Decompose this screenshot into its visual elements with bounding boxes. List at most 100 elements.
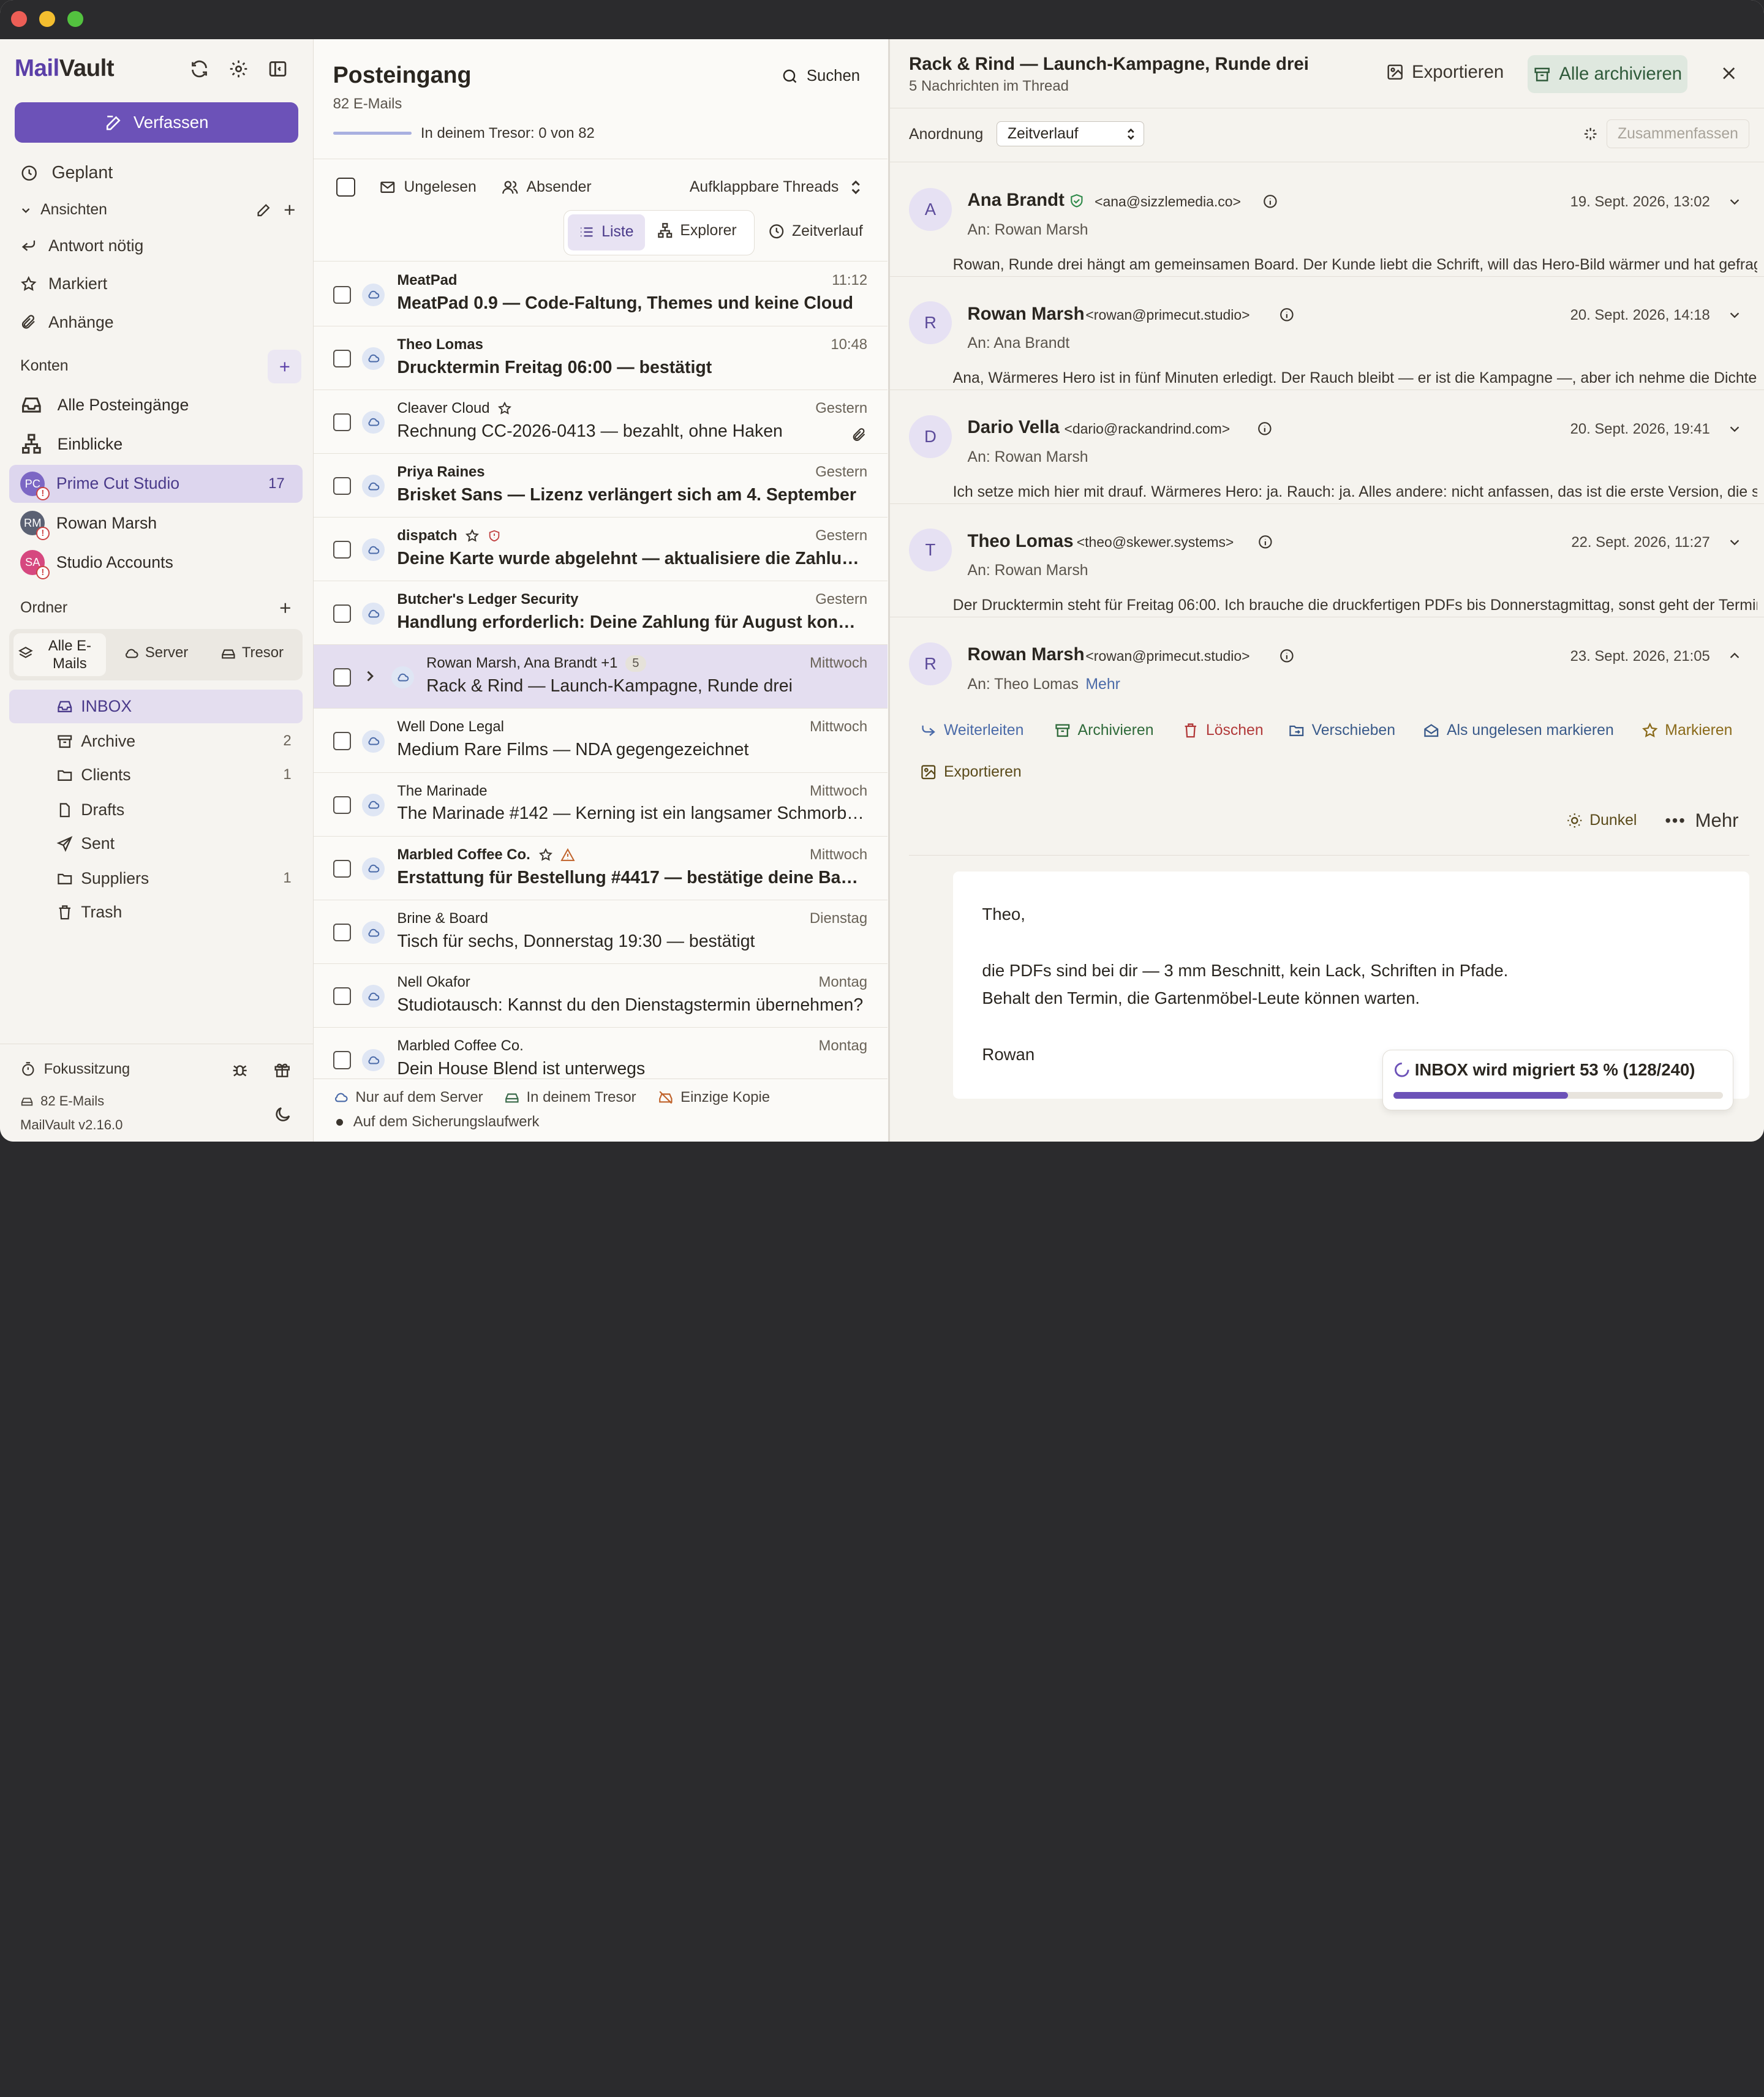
folder-inbox[interactable]: INBOX [9,689,303,723]
message-row[interactable]: Rowan Marsh, Ana Brandt +1 5 Rack & Rind —… [314,644,888,709]
account-studio-accounts[interactable]: SA! Studio Accounts [9,543,303,581]
focus-session-button[interactable]: Fokussitzung [20,1061,130,1078]
account-all-inboxes[interactable]: Alle Posteingänge [9,386,303,424]
row-checkbox[interactable] [333,796,352,814]
view-item-starred[interactable]: Markiert [20,274,107,293]
archive-all-button[interactable]: Alle archivieren [1528,55,1688,94]
edit-views-icon[interactable] [255,201,273,219]
summarize-button[interactable]: Zusammenfassen [1606,119,1750,149]
view-item-needs-reply[interactable]: Antwort nötig [20,236,143,255]
theme-dark-button[interactable]: Dunkel [1566,812,1637,829]
star-button[interactable]: Markieren [1642,722,1732,739]
message-row[interactable]: Marbled Coffee Co. Erstattung für Bestell… [314,836,888,900]
scheduled-item[interactable]: Geplant [20,163,113,183]
filter-tab-server[interactable]: Server [124,644,188,661]
filter-sender-button[interactable]: Absender [502,179,592,196]
row-checkbox[interactable] [333,859,352,878]
message-row[interactable]: The Marinade The Marinade #142 — Kerning … [314,772,888,837]
view-item-attachments[interactable]: Anhänge [20,313,114,332]
thread-message[interactable]: D Dario Vella <dario@rackandrind.com> 20. S… [889,390,1764,504]
chevron-down-icon[interactable] [1728,535,1741,549]
order-select[interactable]: Zeitverlauf [997,121,1144,146]
row-checkbox[interactable] [333,604,352,623]
archive-button[interactable]: Archivieren [1054,722,1154,739]
add-folder-icon[interactable] [277,600,294,617]
export-message-button[interactable]: Exportieren [920,764,1022,781]
account-insights[interactable]: Einblicke [9,425,303,463]
bug-icon[interactable] [231,1061,249,1079]
row-checkbox[interactable] [333,668,352,687]
folder-clients[interactable]: Clients 1 [9,758,303,792]
compose-button[interactable]: Verfassen [14,102,298,143]
folder-trash[interactable]: Trash [9,895,303,929]
info-icon[interactable] [1262,194,1278,209]
close-window-button[interactable] [11,11,28,28]
threads-mode-select[interactable]: Aufklappbare Threads [690,179,861,196]
message-row[interactable]: dispatch Deine Karte wurde abgelehnt — ak… [314,518,888,582]
filter-tab-all[interactable]: Alle E-Mails [13,633,106,676]
refresh-icon[interactable] [189,59,209,79]
chevron-up-icon[interactable] [1728,649,1741,663]
export-thread-button[interactable]: Exportieren [1386,62,1504,83]
row-checkbox[interactable] [333,349,352,368]
thread-message[interactable]: T Theo Lomas <theo@skewer.systems> 22. Sept… [889,504,1764,618]
view-timeline-button[interactable]: Zeitverlauf [768,223,863,240]
zoom-window-button[interactable] [67,11,83,28]
message-row[interactable]: Butcher's Ledger Security Handlung erford… [314,581,888,646]
thread-message[interactable]: A Ana Brandt <ana@sizzlemedia.co> 19. Sept.… [889,163,1764,277]
views-header[interactable]: Ansichten [20,201,107,219]
minimize-window-button[interactable] [39,11,55,28]
forward-button[interactable]: Weiterleiten [920,722,1023,739]
info-icon[interactable] [1257,534,1273,550]
info-icon[interactable] [1279,307,1295,323]
gift-icon[interactable] [273,1061,291,1079]
close-icon[interactable] [1720,64,1738,82]
filter-tab-vault[interactable]: Tresor [221,644,284,661]
star-icon[interactable] [497,401,512,416]
message-row[interactable]: Brine & Board Tisch für sechs, Donnerstag… [314,900,888,965]
message-row[interactable]: Marbled Coffee Co. Dein House Blend ist u… [314,1028,888,1079]
info-icon[interactable] [1279,648,1295,664]
folder-sent[interactable]: Sent [9,827,303,860]
info-icon[interactable] [1257,421,1273,437]
collapse-sidebar-icon[interactable] [268,59,288,79]
star-icon[interactable] [465,529,480,543]
select-all-checkbox[interactable] [336,178,356,197]
folder-archive[interactable]: Archive 2 [9,725,303,758]
moon-icon[interactable] [273,1105,292,1124]
mark-unread-button[interactable]: Als ungelesen markieren [1423,722,1614,739]
star-icon[interactable] [538,848,553,862]
message-row[interactable]: Cleaver Cloud Rechnung CC-2026-0413 — bez… [314,390,888,454]
folder-suppliers[interactable]: Suppliers 1 [9,862,303,895]
expand-thread-icon[interactable] [364,669,375,683]
add-account-button[interactable] [268,350,302,384]
message-row[interactable]: Well Done Legal Medium Rare Films — NDA g… [314,709,888,773]
row-checkbox[interactable] [333,476,352,495]
search-button[interactable]: Suchen [781,67,860,85]
chevron-down-icon[interactable] [1728,195,1741,208]
view-explorer-button[interactable]: Explorer [657,222,737,239]
row-checkbox[interactable] [333,285,352,304]
gear-icon[interactable] [228,59,249,79]
message-row[interactable]: Theo Lomas Drucktermin Freitag 06:00 — be… [314,326,888,390]
row-checkbox[interactable] [333,732,352,750]
add-view-icon[interactable] [281,201,298,219]
move-button[interactable]: Verschieben [1288,722,1395,739]
account-prime-cut-studio[interactable]: PC! Prime Cut Studio 17 [9,464,303,503]
message-row[interactable]: Nell Okafor Studiotausch: Kannst du den D… [314,963,888,1028]
account-rowan-marsh[interactable]: RM! Rowan Marsh [9,504,303,542]
view-list-button[interactable]: Liste [567,214,646,250]
row-checkbox[interactable] [333,413,352,432]
chevron-down-icon[interactable] [1728,422,1741,435]
folder-drafts[interactable]: Drafts [9,793,303,827]
chevron-down-icon[interactable] [1728,308,1741,322]
filter-unread-button[interactable]: Ungelesen [379,179,477,196]
message-row[interactable]: Priya Raines Brisket Sans — Lizenz verlän… [314,453,888,518]
thread-message[interactable]: R Rowan Marsh <rowan@primecut.studio> 20. S… [889,277,1764,391]
row-checkbox[interactable] [333,987,352,1006]
row-checkbox[interactable] [333,1051,352,1069]
row-checkbox[interactable] [333,923,352,942]
message-row[interactable]: MeatPad MeatPad 0.9 — Code-Faltung, Theme… [314,262,888,326]
more-menu-button[interactable]: ••• Mehr [1665,810,1738,832]
more-recipients-link[interactable]: Mehr [1085,676,1120,693]
